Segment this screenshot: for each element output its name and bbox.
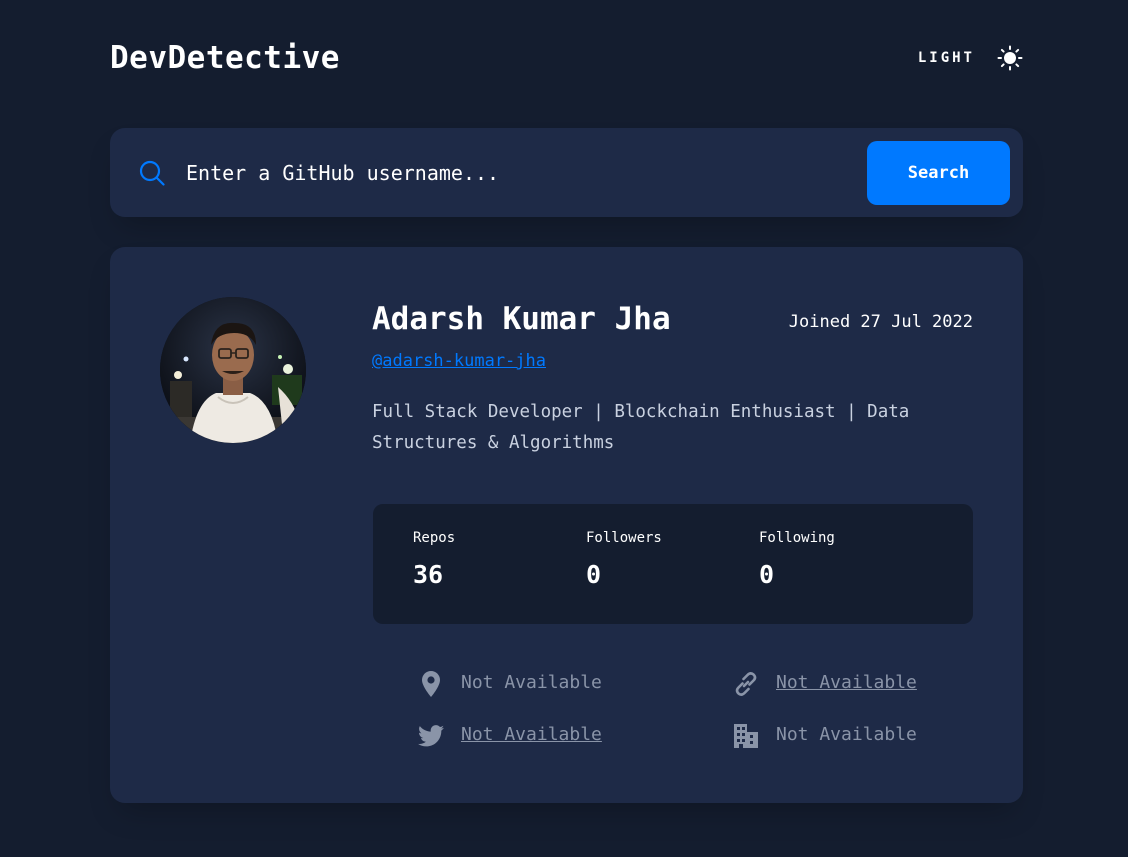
- stat-label: Following: [759, 530, 835, 546]
- link-icon[interactable]: [733, 671, 759, 697]
- twitter-icon[interactable]: [418, 725, 444, 747]
- twitter-item[interactable]: Not Available: [418, 721, 668, 751]
- location-text: Not Available: [461, 672, 602, 693]
- joined-date: Joined 27 Jul 2022: [788, 312, 973, 332]
- brand-title: DevDetective: [110, 40, 340, 76]
- twitter-link[interactable]: Not Available: [461, 724, 602, 745]
- stat-followers: Followers 0: [586, 530, 662, 589]
- building-icon: [734, 724, 758, 748]
- stat-value: 36: [413, 560, 444, 589]
- stat-label: Followers: [586, 530, 662, 546]
- website-link[interactable]: Not Available: [776, 672, 917, 693]
- stat-value: 0: [586, 560, 602, 589]
- company-text: Not Available: [776, 724, 917, 745]
- location-pin-icon: [422, 671, 440, 697]
- stats-panel: Repos 36 Followers 0 Following 0: [373, 504, 973, 624]
- stat-repos: Repos 36: [413, 530, 455, 589]
- avatar: [160, 297, 306, 443]
- search-button[interactable]: Search: [867, 141, 1010, 205]
- profile-username-link[interactable]: @adarsh-kumar-jha: [372, 351, 546, 371]
- stat-value: 0: [759, 560, 775, 589]
- search-input[interactable]: [186, 154, 846, 192]
- search-icon: [139, 160, 165, 186]
- profile-card: Adarsh Kumar Jha Joined 27 Jul 2022 @ada…: [110, 247, 1023, 803]
- stat-label: Repos: [413, 530, 456, 546]
- theme-toggle-label[interactable]: LIGHT: [918, 50, 975, 66]
- theme-toggle[interactable]: LIGHT: [918, 42, 1023, 74]
- company-item: Not Available: [733, 721, 983, 751]
- website-item[interactable]: Not Available: [733, 669, 983, 699]
- profile-bio: Full Stack Developer | Blockchain Enthus…: [372, 402, 910, 453]
- profile-name: Adarsh Kumar Jha: [372, 301, 671, 337]
- location-item: Not Available: [418, 669, 668, 699]
- stat-following: Following 0: [759, 530, 835, 589]
- search-bar: Search: [110, 128, 1023, 217]
- header: DevDetective LIGHT: [110, 38, 1023, 82]
- sun-icon[interactable]: [997, 45, 1023, 71]
